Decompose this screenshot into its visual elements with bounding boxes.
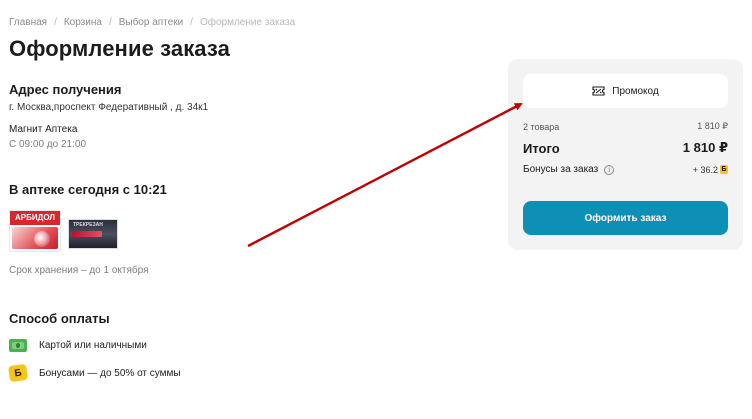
breadcrumb-separator: / xyxy=(108,17,112,28)
total-label: Итого xyxy=(523,140,560,156)
product-arbidol-image[interactable]: АРБИДОЛ xyxy=(9,210,61,252)
bonus-row: Бонусы за заказ i + 36.2 Б xyxy=(523,164,728,175)
bonus-coin-icon: Б xyxy=(720,165,728,174)
checkout-button[interactable]: Оформить заказ xyxy=(523,201,728,235)
bonus-icon: Б xyxy=(7,363,29,383)
shelf-life-note: Срок хранения – до 1 октября xyxy=(9,265,149,276)
payment-option-bonus[interactable]: Б Бонусами — до 50% от суммы xyxy=(7,363,181,383)
product-trekrezan-image[interactable]: ТРЕКРЕЗАН xyxy=(68,219,118,249)
payment-section-title: Способ оплаты xyxy=(9,311,110,326)
payment-option-label: Бонусами — до 50% от суммы xyxy=(39,367,181,379)
bonus-amount: + 36.2 xyxy=(692,164,718,175)
product-arbidol-label: АРБИДОЛ xyxy=(10,211,60,225)
order-summary-card: Промокод 2 товара 1 810 ₽ Итого 1 810 ₽ … xyxy=(508,59,743,250)
breadcrumb: Главная / Корзина / Выбор аптеки / Оформ… xyxy=(9,17,295,28)
total-value: 1 810 ₽ xyxy=(682,140,728,155)
card-cash-icon xyxy=(9,339,27,352)
product-trekrezan-label: ТРЕКРЕЗАН xyxy=(73,222,103,228)
address-line: г. Москва,проспект Федеративный , д. 34к… xyxy=(9,102,209,113)
pharmacy-name: Магнит Аптека xyxy=(9,124,78,135)
address-section-title: Адрес получения xyxy=(9,82,122,97)
promo-code-button[interactable]: Промокод xyxy=(523,74,728,108)
payment-option-label: Картой или наличными xyxy=(39,340,147,351)
annotation-arrow-line xyxy=(247,102,523,248)
product-trekrezan-band xyxy=(72,231,102,237)
availability-title: В аптеке сегодня с 10:21 xyxy=(9,182,167,197)
items-count-row: 2 товара 1 810 ₽ xyxy=(523,121,728,132)
breadcrumb-separator: / xyxy=(54,17,57,28)
total-row: Итого 1 810 ₽ xyxy=(523,140,728,156)
bonus-value: + 36.2 Б xyxy=(693,165,728,175)
info-icon[interactable]: i xyxy=(604,164,615,175)
breadcrumb-cart[interactable]: Корзина xyxy=(64,17,102,28)
items-count: 2 товара xyxy=(523,121,560,132)
bonus-label: Бонусы за заказ xyxy=(523,164,599,175)
promo-code-label: Промокод xyxy=(612,85,659,97)
coupon-icon xyxy=(592,86,605,96)
payment-option-card-cash[interactable]: Картой или наличными xyxy=(9,339,147,352)
items-sum: 1 810 ₽ xyxy=(697,121,728,131)
breadcrumb-separator: / xyxy=(190,17,193,28)
pharmacy-hours: С 09:00 до 21:00 xyxy=(9,139,87,150)
page-title: Оформление заказа xyxy=(9,36,230,61)
breadcrumb-pharmacy-select[interactable]: Выбор аптеки xyxy=(119,17,183,28)
product-thumbnails: АРБИДОЛ ТРЕКРЕЗАН xyxy=(9,210,118,252)
capsule-icon xyxy=(34,231,50,247)
breadcrumb-home[interactable]: Главная xyxy=(9,17,47,28)
breadcrumb-current: Оформление заказа xyxy=(199,17,296,28)
